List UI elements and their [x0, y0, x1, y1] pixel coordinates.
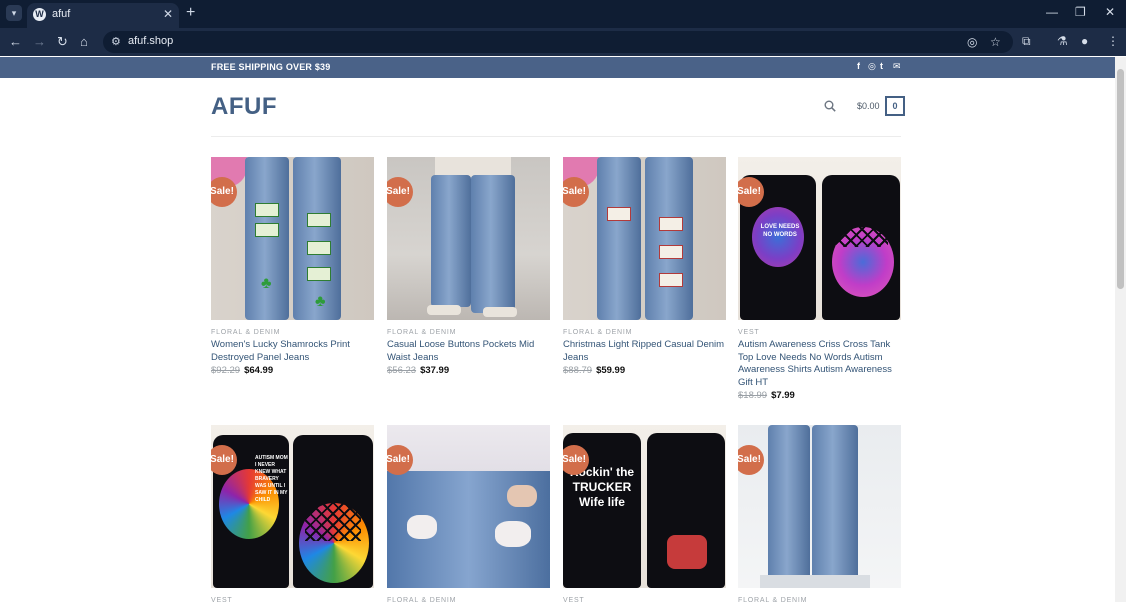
sale-badge: Sale!	[387, 177, 413, 207]
old-price: $18.99	[738, 390, 768, 401]
browser-tab-strip: ▾ W afuf ✕ + — ❐ ✕	[0, 0, 1126, 28]
profile-icon[interactable]: ●	[1081, 34, 1088, 48]
product-card[interactable]: AUTISM MOM I NEVER KNEW WHAT BRAVERY WAS…	[211, 425, 374, 604]
product-name[interactable]: Women's Lucky Shamrocks Print Destroyed …	[211, 339, 374, 364]
sale-price: $59.99	[596, 365, 626, 376]
product-image[interactable]: LOVE NEEDS NO WORDS Sale!	[738, 157, 901, 320]
product-card[interactable]: Sale! FLORAL & DENIM	[387, 425, 550, 604]
page-scrollbar[interactable]	[1115, 57, 1126, 602]
facebook-icon[interactable]: f	[857, 61, 860, 71]
product-category[interactable]: FLORAL & DENIM	[387, 597, 550, 604]
product-card[interactable]: Rockin' the TRUCKER Wife life Sale! VEST	[563, 425, 726, 604]
old-price: $92.29	[211, 365, 241, 376]
url-text[interactable]: afuf.shop	[128, 35, 173, 47]
product-category[interactable]: VEST	[738, 329, 901, 336]
promo-bar: FREE SHIPPING OVER $39 f ◎ t ✉	[0, 57, 1115, 78]
site-header: AFUF $0.00 0	[0, 78, 1115, 138]
product-image[interactable]: Sale!	[387, 425, 550, 588]
product-image[interactable]: AUTISM MOM I NEVER KNEW WHAT BRAVERY WAS…	[211, 425, 374, 588]
product-card[interactable]: Sale! FLORAL & DENIM Christmas Light Rip…	[563, 157, 726, 376]
product-price: $88.79 $59.99	[563, 365, 726, 376]
old-price: $88.79	[563, 365, 593, 376]
back-icon[interactable]: ←	[9, 34, 22, 49]
product-category[interactable]: FLORAL & DENIM	[387, 329, 550, 336]
product-price: $18.99 $7.99	[738, 390, 901, 401]
tab-search-icon[interactable]: ▾	[6, 5, 22, 21]
search-icon[interactable]	[824, 100, 836, 112]
forward-icon[interactable]: →	[33, 34, 46, 49]
site-info-icon[interactable]: ⚙	[111, 35, 121, 48]
product-card[interactable]: LOVE NEEDS NO WORDS Sale! VEST Autism Aw…	[738, 157, 901, 401]
reload-icon[interactable]: ↻	[57, 34, 68, 49]
minimize-button[interactable]: —	[1046, 5, 1058, 19]
product-price: $56.23 $37.99	[387, 365, 550, 376]
twitter-icon[interactable]: t	[880, 61, 883, 71]
bookmark-star-icon[interactable]: ☆	[990, 35, 1001, 49]
sale-price: $64.99	[244, 365, 274, 376]
product-card[interactable]: Sale! FLORAL & DENIM	[738, 425, 901, 604]
product-category[interactable]: FLORAL & DENIM	[563, 329, 726, 336]
address-bar[interactable]: ⚙ afuf.shop ◎ ☆	[103, 31, 1013, 53]
wordpress-icon: W	[33, 8, 46, 21]
product-image[interactable]: Sale!	[738, 425, 901, 588]
cart-count-badge[interactable]: 0	[885, 96, 905, 116]
print-text: AUTISM MOM I NEVER KNEW WHAT BRAVERY WAS…	[255, 455, 288, 503]
free-shipping-text: FREE SHIPPING OVER $39	[211, 62, 331, 72]
cart-total[interactable]: $0.00	[857, 101, 880, 111]
print-text: LOVE NEEDS NO WORDS	[760, 224, 800, 238]
sale-price: $37.99	[420, 365, 450, 376]
sale-badge: Sale!	[563, 177, 589, 207]
extensions-icon[interactable]: ⧉	[1022, 34, 1031, 49]
product-category[interactable]: VEST	[563, 597, 726, 604]
product-category[interactable]: FLORAL & DENIM	[738, 597, 901, 604]
eye-off-icon[interactable]: ◎	[967, 35, 977, 49]
product-price: $92.29 $64.99	[211, 365, 374, 376]
product-name[interactable]: Autism Awareness Criss Cross Tank Top Lo…	[738, 339, 901, 389]
product-image[interactable]: Sale!	[387, 157, 550, 320]
product-card[interactable]: ♣ ♣ Sale! FLORAL & DENIM Women's Lucky S…	[211, 157, 374, 376]
email-icon[interactable]: ✉	[893, 61, 901, 72]
home-icon[interactable]: ⌂	[80, 34, 88, 49]
restore-button[interactable]: ❐	[1075, 5, 1086, 19]
product-category[interactable]: FLORAL & DENIM	[211, 329, 374, 336]
product-category[interactable]: VEST	[211, 597, 374, 604]
close-tab-icon[interactable]: ✕	[163, 7, 173, 21]
product-image[interactable]: Rockin' the TRUCKER Wife life Sale!	[563, 425, 726, 588]
browser-toolbar: ← → ↻ ⌂ ⚙ afuf.shop ◎ ☆ ⧉ ⚗ ● ⋮	[0, 28, 1126, 56]
product-name[interactable]: Casual Loose Buttons Pockets Mid Waist J…	[387, 339, 550, 364]
old-price: $56.23	[387, 365, 417, 376]
instagram-icon[interactable]: ◎	[868, 61, 876, 72]
product-name[interactable]: Christmas Light Ripped Casual Denim Jean…	[563, 339, 726, 364]
product-image[interactable]: ♣ ♣ Sale!	[211, 157, 374, 320]
browser-tab[interactable]: W afuf ✕	[27, 3, 179, 28]
close-window-button[interactable]: ✕	[1105, 5, 1115, 19]
product-image[interactable]: Sale!	[563, 157, 726, 320]
more-menu-icon[interactable]: ⋮	[1107, 34, 1119, 48]
product-card[interactable]: Sale! FLORAL & DENIM Casual Loose Button…	[387, 157, 550, 376]
header-divider	[211, 136, 901, 137]
scrollbar-thumb[interactable]	[1117, 69, 1124, 289]
sale-badge: Sale!	[211, 177, 237, 207]
new-tab-button[interactable]: +	[186, 4, 195, 22]
sale-price: $7.99	[771, 390, 795, 401]
labs-icon[interactable]: ⚗	[1057, 34, 1068, 48]
site-logo[interactable]: AFUF	[211, 93, 277, 121]
sale-badge: Sale!	[738, 445, 764, 475]
tab-title: afuf	[52, 8, 71, 20]
